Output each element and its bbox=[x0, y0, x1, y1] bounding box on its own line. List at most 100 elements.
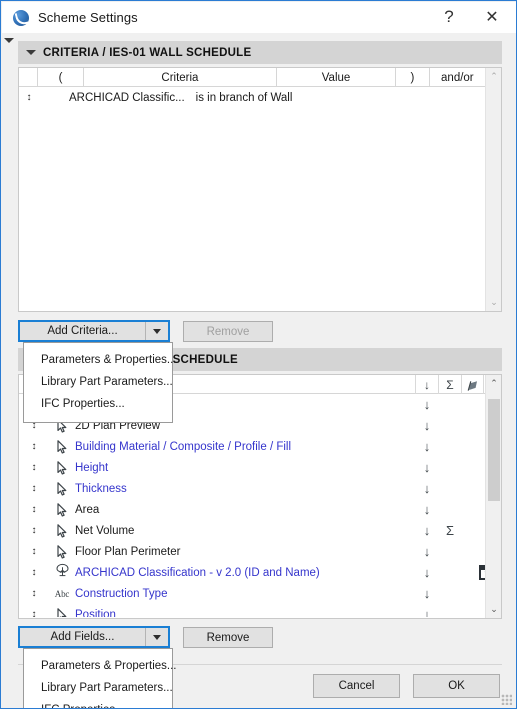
cursor-icon bbox=[56, 523, 68, 538]
field-label[interactable]: Floor Plan Perimeter bbox=[75, 546, 180, 558]
menu-item[interactable]: Parameters & Properties... bbox=[24, 655, 177, 677]
scroll-thumb[interactable] bbox=[488, 399, 500, 501]
field-label[interactable]: Thickness bbox=[75, 483, 127, 495]
row-drag-handle-icon[interactable]: ↕ bbox=[19, 567, 49, 578]
field-row[interactable]: ↕ Abc Construction Type ↓ bbox=[19, 583, 485, 604]
field-label[interactable]: Area bbox=[75, 504, 99, 516]
criteria-section-title: CRITERIA / IES-01 WALL SCHEDULE bbox=[43, 46, 252, 59]
resize-grip[interactable] bbox=[501, 694, 512, 705]
row-drag-handle-icon[interactable]: ↕ bbox=[19, 462, 49, 473]
cursor-icon bbox=[56, 502, 68, 517]
criteria-scrollbar[interactable]: ⌃ ⌄ bbox=[485, 68, 501, 311]
criteria-col-value[interactable]: Value bbox=[277, 68, 397, 87]
menu-item[interactable]: Library Part Parameters... bbox=[24, 371, 173, 393]
field-row[interactable]: ↕ Area ↓ bbox=[19, 499, 485, 520]
cursor-icon bbox=[56, 439, 68, 454]
add-criteria-label[interactable]: Add Criteria... bbox=[20, 322, 146, 340]
add-fields-caret-button[interactable] bbox=[146, 628, 168, 646]
field-row[interactable]: ↕ ARCHICAD Classification - v 2.0 (ID and… bbox=[19, 562, 485, 583]
flag-column-icon[interactable] bbox=[461, 375, 484, 394]
menu-item[interactable]: IFC Properties... bbox=[24, 393, 172, 415]
fields-list[interactable]: ↕Element ID↓↕2D Plan Preview↓↕Building M… bbox=[19, 394, 485, 617]
field-sort-icon[interactable]: ↓ bbox=[419, 418, 435, 433]
row-drag-handle-icon[interactable]: ↕ bbox=[19, 588, 49, 599]
chevron-down-icon bbox=[153, 634, 161, 640]
menu-item[interactable]: Parameters & Properties... bbox=[24, 349, 177, 371]
criteria-col-grip bbox=[19, 68, 39, 87]
criteria-table-header: ( Criteria Value ) and/or bbox=[19, 68, 485, 87]
scroll-down-icon[interactable]: ⌄ bbox=[486, 601, 502, 618]
row-drag-handle-icon[interactable]: ↕ bbox=[19, 92, 39, 103]
field-sort-icon[interactable]: ↓ bbox=[419, 439, 435, 454]
criteria-table-row[interactable]: ↕ ARCHICAD Classific... is in branch of … bbox=[19, 88, 485, 107]
field-sort-icon[interactable]: ↓ bbox=[419, 397, 435, 412]
criteria-col-andor[interactable]: and/or bbox=[430, 68, 485, 87]
row-drag-handle-icon[interactable]: ↕ bbox=[19, 504, 49, 515]
remove-fields-button[interactable]: Remove bbox=[183, 627, 273, 648]
chevron-down-icon bbox=[26, 50, 36, 55]
field-label[interactable]: Height bbox=[75, 462, 108, 474]
ok-button[interactable]: OK bbox=[413, 674, 500, 698]
scheme-settings-dialog: Scheme Settings ? ✕ CRITERIA / IES-01 WA… bbox=[0, 0, 517, 709]
field-sort-icon[interactable]: ↓ bbox=[419, 523, 435, 538]
add-fields-dropdown-menu[interactable]: Parameters & Properties... Library Part P… bbox=[23, 648, 177, 708]
add-fields-button[interactable]: Add Fields... bbox=[18, 626, 170, 648]
row-drag-handle-icon[interactable]: ↕ bbox=[19, 525, 49, 536]
cursor-icon bbox=[56, 460, 68, 475]
close-button[interactable]: ✕ bbox=[470, 1, 514, 32]
classification-tree-icon bbox=[55, 563, 70, 582]
archicad-logo-icon bbox=[13, 9, 29, 26]
field-label[interactable]: ARCHICAD Classification - v 2.0 (ID and … bbox=[75, 567, 320, 579]
criteria-col-close-paren[interactable]: ) bbox=[396, 68, 430, 87]
cursor-icon bbox=[56, 544, 68, 559]
add-criteria-button[interactable]: Add Criteria... bbox=[18, 320, 170, 342]
field-row[interactable]: ↕ Net Volume ↓ Σ bbox=[19, 520, 485, 541]
field-sort-icon[interactable]: ↓ bbox=[419, 481, 435, 496]
field-row[interactable]: ↕ Building Material / Composite / Profile… bbox=[19, 436, 485, 457]
fields-scrollbar[interactable]: ⌃ ⌄ bbox=[485, 375, 501, 618]
add-fields-label[interactable]: Add Fields... bbox=[20, 628, 146, 646]
remove-criteria-button[interactable]: Remove bbox=[183, 321, 273, 342]
field-sort-icon[interactable]: ↓ bbox=[419, 460, 435, 475]
sum-column-icon[interactable]: Σ bbox=[438, 375, 461, 394]
row-drag-handle-icon[interactable]: ↕ bbox=[19, 609, 49, 617]
scroll-up-icon[interactable]: ⌃ bbox=[486, 68, 502, 85]
field-label[interactable]: Building Material / Composite / Profile … bbox=[75, 441, 291, 453]
cursor-icon bbox=[56, 607, 68, 617]
field-label[interactable]: Position bbox=[75, 609, 116, 618]
add-criteria-caret-button[interactable] bbox=[146, 322, 168, 340]
field-sort-icon[interactable]: ↓ bbox=[419, 502, 435, 517]
field-sort-icon[interactable]: ↓ bbox=[419, 586, 435, 601]
cancel-button[interactable]: Cancel bbox=[313, 674, 400, 698]
criteria-col-open-paren[interactable]: ( bbox=[38, 68, 84, 87]
field-row[interactable]: ↕ Height ↓ bbox=[19, 457, 485, 478]
field-sort-icon[interactable]: ↓ bbox=[419, 544, 435, 559]
help-button[interactable]: ? bbox=[427, 1, 471, 32]
abc-text-icon: Abc bbox=[54, 588, 70, 599]
panel-collapse-arrow-icon[interactable] bbox=[4, 36, 15, 47]
field-label[interactable]: Net Volume bbox=[75, 525, 134, 537]
sort-column-icon[interactable]: ↓ bbox=[415, 375, 438, 394]
cursor-icon bbox=[56, 481, 68, 496]
criteria-col-criteria[interactable]: Criteria bbox=[84, 68, 277, 87]
flag-icon bbox=[467, 380, 477, 391]
row-drag-handle-icon[interactable]: ↕ bbox=[19, 546, 49, 557]
add-criteria-dropdown-menu[interactable]: Parameters & Properties... Library Part P… bbox=[23, 342, 177, 423]
criteria-row-condition[interactable]: is in branch of Wall bbox=[196, 92, 293, 104]
window-title: Scheme Settings bbox=[38, 10, 138, 25]
field-row[interactable]: ↕ Floor Plan Perimeter ↓ bbox=[19, 541, 485, 562]
field-sum-icon[interactable]: Σ bbox=[442, 523, 458, 538]
menu-item[interactable]: IFC Properties... bbox=[24, 699, 172, 708]
row-drag-handle-icon[interactable]: ↕ bbox=[19, 441, 49, 452]
scroll-down-icon[interactable]: ⌄ bbox=[486, 294, 502, 311]
field-row[interactable]: ↕ Thickness ↓ bbox=[19, 478, 485, 499]
criteria-section-header[interactable]: CRITERIA / IES-01 WALL SCHEDULE bbox=[18, 41, 502, 64]
scroll-up-icon[interactable]: ⌃ bbox=[486, 375, 502, 392]
field-row[interactable]: ↕ Position ↓ bbox=[19, 604, 485, 617]
criteria-row-name[interactable]: ARCHICAD Classific... bbox=[69, 92, 185, 104]
field-sort-icon[interactable]: ↓ bbox=[419, 565, 435, 580]
field-label[interactable]: Construction Type bbox=[75, 588, 167, 600]
field-sort-icon[interactable]: ↓ bbox=[419, 607, 435, 617]
row-drag-handle-icon[interactable]: ↕ bbox=[19, 483, 49, 494]
menu-item[interactable]: Library Part Parameters... bbox=[24, 677, 173, 699]
